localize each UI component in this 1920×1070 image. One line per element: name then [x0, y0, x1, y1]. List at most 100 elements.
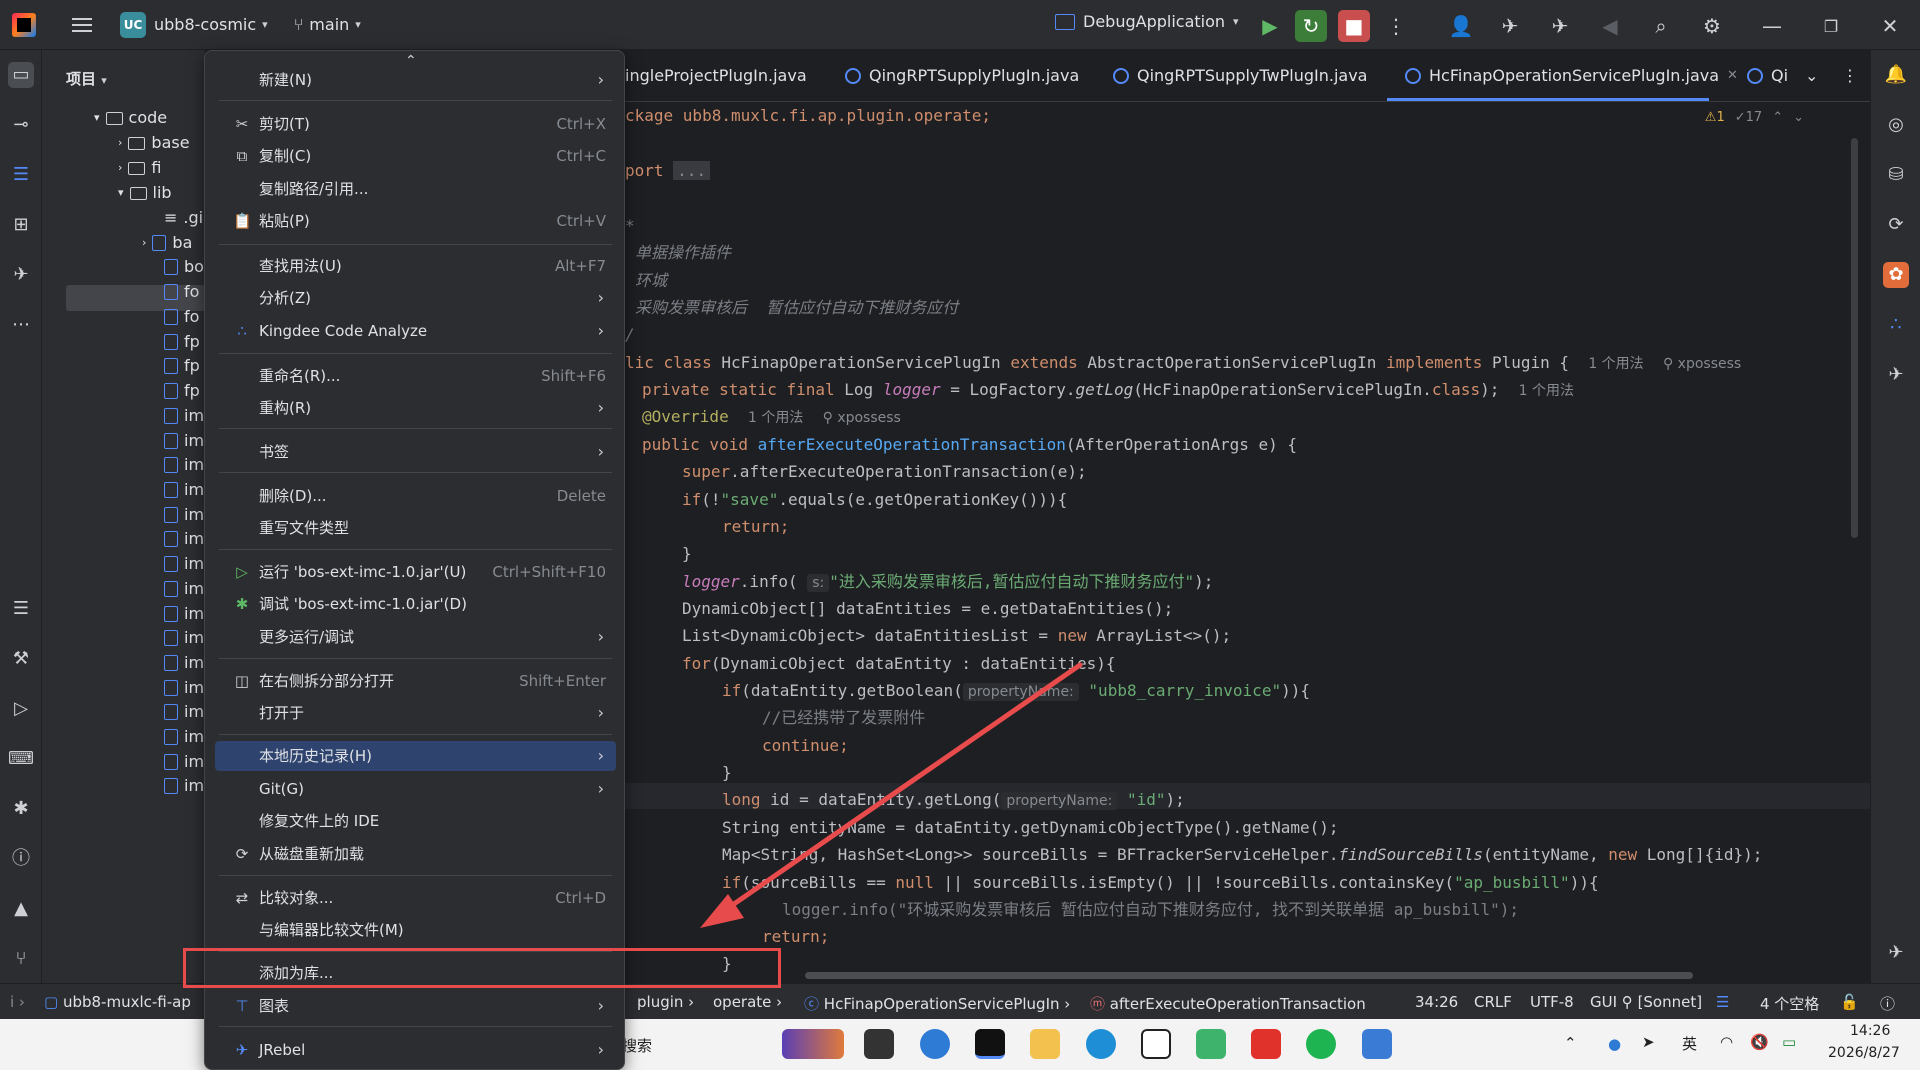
breadcrumb-method[interactable]: ⓜ afterExecuteOperationTransaction	[1090, 993, 1366, 1014]
tree-file[interactable]: im	[164, 404, 204, 428]
tree-file[interactable]: im	[164, 700, 204, 724]
plugin-orange-icon[interactable]: ✿	[1883, 262, 1909, 288]
tree-file[interactable]: im	[164, 626, 204, 650]
menu-item-git[interactable]: Git(G) ›	[215, 774, 616, 804]
lock-icon[interactable]: 🔓	[1840, 993, 1859, 1011]
tree-file[interactable]: ≡ .gi	[164, 206, 203, 230]
jrebel-setup-icon[interactable]: ✈	[1883, 362, 1909, 388]
menu-item-refactor[interactable]: 重构(R) ›	[215, 393, 616, 423]
breadcrumb-operate[interactable]: operate ›	[713, 993, 782, 1011]
tree-file[interactable]: im	[164, 774, 204, 798]
plugins-icon[interactable]: ⊞	[8, 212, 34, 238]
app-blue-icon[interactable]	[1362, 1029, 1392, 1059]
menu-item-delete[interactable]: 删除(D)... Delete	[215, 481, 616, 511]
tree-file[interactable]: im	[164, 527, 204, 551]
debug-rerun-icon[interactable]: ↻	[1295, 10, 1327, 42]
breadcrumb-plugin[interactable]: plugin ›	[637, 993, 694, 1011]
menu-item-copy[interactable]: ⧉ 复制(C) Ctrl+C	[215, 141, 616, 171]
tree-file[interactable]: im	[164, 453, 204, 477]
services-icon[interactable]: ▷	[8, 696, 34, 722]
ai-status[interactable]: GUI ⚲ [Sonnet]	[1590, 993, 1702, 1011]
add-user-icon[interactable]: 👤	[1445, 10, 1477, 42]
tree-file[interactable]: im	[164, 602, 204, 626]
tree-folder-base[interactable]: › base	[118, 131, 190, 155]
tree-file[interactable]: fp	[164, 354, 200, 378]
database-icon[interactable]: ⛁	[1883, 162, 1909, 188]
jrebel-debug-icon[interactable]: ✈	[1544, 10, 1576, 42]
tab-hc-finap-operation[interactable]: HcFinapOperationServicePlugIn.java ✕	[1405, 66, 1738, 85]
task-view-icon[interactable]	[864, 1029, 894, 1059]
clock-date[interactable]: 2026/8/27	[1828, 1045, 1900, 1061]
project-badge[interactable]: UC	[120, 11, 146, 38]
restore-icon[interactable]: ❐	[1815, 10, 1847, 42]
tree-file[interactable]: › ba	[142, 231, 192, 255]
menu-item-open-split-right[interactable]: ◫ 在右侧拆分部分打开 Shift+Enter	[215, 666, 616, 696]
menu-item-override-file-type[interactable]: 重写文件类型	[215, 513, 616, 543]
endpoints-icon[interactable]: ⟳	[1883, 212, 1909, 238]
jrebel-console-icon[interactable]: ✈	[1883, 940, 1909, 966]
tray-send-icon[interactable]: ➤	[1642, 1033, 1655, 1051]
menu-item-rename[interactable]: 重命名(R)... Shift+F6	[215, 361, 616, 391]
warning-icon[interactable]: ▲	[8, 896, 34, 922]
more-actions-icon[interactable]: ⋮	[1380, 10, 1412, 42]
clock-time[interactable]: 14:26	[1850, 1023, 1890, 1039]
wps-icon[interactable]	[1251, 1029, 1281, 1059]
chevron-down-icon[interactable]: ⌄	[1793, 110, 1804, 125]
bookmarks-list-icon[interactable]: ☰	[8, 596, 34, 622]
intellij-taskbar-icon[interactable]	[975, 1029, 1005, 1059]
problems-icon[interactable]: ⓘ	[8, 846, 34, 872]
tree-file[interactable]: fo	[164, 280, 199, 304]
jrebel-icon[interactable]: ✈	[1494, 10, 1526, 42]
edge-icon[interactable]	[1086, 1029, 1116, 1059]
menu-item-copy-path[interactable]: 复制路径/引用...	[215, 174, 616, 204]
wifi-icon[interactable]: ◠	[1720, 1033, 1733, 1051]
minimize-icon[interactable]: —	[1756, 10, 1788, 42]
tab-qing-rpt-supply-tw[interactable]: QingRPTSupplyTwPlugIn.java	[1113, 66, 1367, 85]
terminal-icon[interactable]: ⌨	[8, 746, 34, 772]
branch-selector[interactable]: ⑂ main ▾	[294, 15, 361, 34]
vertical-scrollbar[interactable]	[1851, 138, 1858, 538]
battery-icon[interactable]: ▭	[1782, 1033, 1796, 1051]
file-explorer-icon[interactable]	[1030, 1029, 1060, 1059]
commit-icon[interactable]: ⊸	[8, 112, 34, 138]
caret-position[interactable]: 34:26	[1415, 993, 1458, 1011]
stop-icon[interactable]: ■	[1338, 10, 1370, 42]
tab-close-icon[interactable]: ✕	[1727, 68, 1738, 83]
menu-item-reload-from-disk[interactable]: ⟳ 从磁盘重新加载	[215, 839, 616, 869]
inspection-widget[interactable]: ⚠1 ✓17 ⌃ ⌄	[1705, 110, 1804, 125]
build-icon[interactable]: ⚒	[8, 646, 34, 672]
tree-file[interactable]: im	[164, 478, 204, 502]
menu-item-paste[interactable]: 📋 粘贴(P) Ctrl+V	[215, 206, 616, 236]
chevron-up-icon[interactable]: ⌃	[1772, 110, 1783, 125]
tree-folder-fi[interactable]: › fi	[118, 156, 161, 180]
structure-status-icon[interactable]: ☰	[1716, 993, 1729, 1011]
taskbar-search[interactable]: 搜索	[622, 1035, 652, 1056]
project-tool-icon[interactable]: ▭	[8, 62, 34, 88]
menu-item-kingdee-code-analyze[interactable]: ∴ Kingdee Code Analyze ›	[215, 316, 616, 346]
tree-file[interactable]: im	[164, 503, 204, 527]
tree-folder-code[interactable]: ▾ code	[94, 106, 167, 130]
tab-single-project-plugin[interactable]: ingleProjectPlugIn.java	[625, 66, 807, 85]
menu-item-compare-with[interactable]: ⇄ 比较对象... Ctrl+D	[215, 883, 616, 913]
menu-item-local-history[interactable]: 本地历史记录(H) ›	[215, 741, 616, 771]
breadcrumb-class[interactable]: ⓒ HcFinapOperationServicePlugIn ›	[804, 993, 1070, 1014]
tree-folder-lib[interactable]: ▾ lib	[118, 181, 172, 205]
widgets-icon[interactable]	[782, 1029, 844, 1059]
tree-file[interactable]: im	[164, 725, 204, 749]
breadcrumb-project[interactable]: ▢ ubb8-muxlc-fi-ap	[44, 993, 191, 1011]
menu-item-new[interactable]: 新建(N) ›	[215, 65, 616, 95]
menu-item-more-run-debug[interactable]: 更多运行/调试 ›	[215, 622, 616, 652]
project-panel-header[interactable]: 项目 ▾	[66, 68, 107, 89]
tabs-more-icon[interactable]: ⋮	[1842, 66, 1858, 85]
info-icon[interactable]: ⓘ	[1880, 993, 1895, 1014]
tray-app-icon[interactable]: ●	[1608, 1035, 1621, 1053]
menu-item-run[interactable]: ▷ 运行 'bos-ext-imc-1.0.jar'(U) Ctrl+Shift+F…	[215, 557, 616, 587]
tabs-dropdown-icon[interactable]: ⌄	[1805, 66, 1818, 85]
menu-item-cut[interactable]: ✂ 剪切(T) Ctrl+X	[215, 109, 616, 139]
project-selector[interactable]: ubb8-cosmic ▾	[154, 15, 268, 34]
tree-file[interactable]: bo	[164, 255, 204, 279]
gear-icon[interactable]: ⚙	[1696, 10, 1728, 42]
tab-qing-rpt-supply[interactable]: QingRPTSupplyPlugIn.java	[845, 66, 1079, 85]
menu-item-repair-ide[interactable]: 修复文件上的 IDE	[215, 806, 616, 836]
tree-file[interactable]: im	[164, 429, 204, 453]
